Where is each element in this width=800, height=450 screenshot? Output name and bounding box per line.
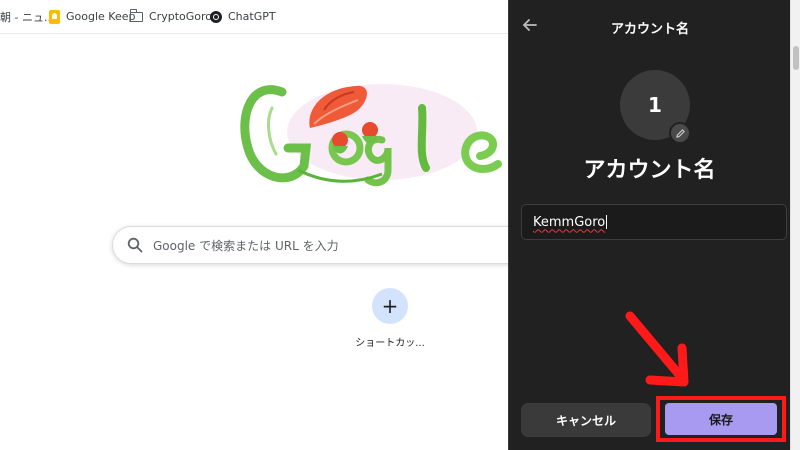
- search-input-placeholder: Google で検索または URL を入力: [153, 238, 339, 253]
- bookmark-google-keep[interactable]: Google Keep: [49, 0, 135, 34]
- folder-icon: [129, 8, 143, 22]
- text-cursor: [606, 215, 608, 229]
- scrollbar-thumb[interactable]: [793, 46, 799, 70]
- bookmark-cryptogoros-label: CryptoGoros: [149, 10, 218, 23]
- cancel-button[interactable]: キャンセル: [521, 403, 651, 437]
- account-name-heading: アカウント名: [583, 158, 716, 183]
- google-keep-icon: [49, 9, 60, 24]
- account-name-input[interactable]: KemmGoro: [521, 204, 787, 240]
- plus-icon[interactable]: +: [372, 288, 408, 324]
- search-icon: [127, 237, 143, 253]
- scrollbar[interactable]: [790, 0, 800, 450]
- bookmark-chatgpt-label: ChatGPT: [228, 10, 276, 23]
- dialog-header: アカウント名: [509, 0, 791, 52]
- add-shortcut[interactable]: + ショートカッ...: [352, 288, 428, 349]
- search-box[interactable]: Google で検索または URL を入力: [112, 226, 532, 264]
- google-doodle[interactable]: [232, 70, 508, 200]
- edit-avatar-button[interactable]: [669, 122, 691, 144]
- browser-page: 朝 - ニュ... Google Keep CryptoGoros ChatGP…: [0, 0, 800, 450]
- bookmark-cryptogoros[interactable]: CryptoGoros: [129, 0, 218, 34]
- bookmark-chatgpt[interactable]: ChatGPT: [210, 0, 276, 34]
- bookmark-google-keep-label: Google Keep: [66, 10, 136, 23]
- account-name-input-value: KemmGoro: [533, 214, 606, 230]
- avatar-text: 1: [648, 93, 662, 117]
- save-button[interactable]: 保存: [665, 403, 777, 435]
- pencil-icon: [675, 128, 685, 138]
- shortcut-label: ショートカッ...: [355, 338, 425, 349]
- dialog-title: アカウント名: [610, 22, 689, 37]
- bookmark-news-label: 朝 - ニュ...: [0, 10, 55, 24]
- red-arrow-annotation: [625, 311, 689, 387]
- bookmark-news[interactable]: 朝 - ニュ...: [0, 0, 54, 34]
- chatgpt-icon: [210, 10, 222, 23]
